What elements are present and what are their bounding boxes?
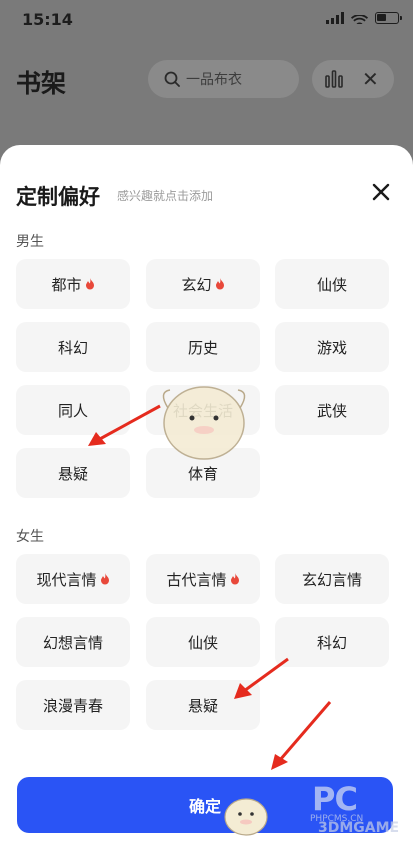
genre-chip[interactable]: 历史 — [146, 322, 260, 372]
watermark-logo-text: 3DMGAME — [318, 820, 400, 836]
genre-chip-label: 仙侠 — [187, 633, 218, 652]
genre-chip-label: 幻想言情 — [42, 633, 103, 652]
status-time: 15:14 — [22, 10, 73, 29]
annotation-arrow-icon — [234, 657, 289, 699]
genre-chip[interactable]: 仙侠 — [275, 259, 389, 309]
watermark-brand: PC — [312, 780, 358, 818]
genre-chip[interactable]: 现代言情 — [16, 554, 130, 604]
genre-chip-label: 现代言情 — [36, 570, 97, 589]
genre-chip[interactable]: 古代言情 — [146, 554, 260, 604]
genre-chip-label: 游戏 — [316, 338, 347, 357]
genre-chip[interactable]: 浪漫青春 — [16, 680, 130, 730]
search-icon — [164, 71, 180, 87]
search-placeholder: 一品布衣 — [186, 72, 242, 88]
hot-flame-icon — [215, 278, 224, 290]
genre-chip-label: 都市 — [51, 275, 82, 294]
sheet-subtitle: 感兴趣就点击添加 — [117, 189, 214, 203]
genre-chip-label: 浪漫青春 — [42, 696, 103, 715]
genre-chip[interactable]: 玄幻 — [146, 259, 260, 309]
hot-flame-icon — [85, 278, 94, 290]
genre-chip-label: 古代言情 — [166, 570, 227, 589]
preference-sheet: 定制偏好 感兴趣就点击添加 男生 都市玄幻仙侠科幻历史游戏同人社会生活武侠悬疑体… — [0, 145, 413, 843]
genre-chip-label: 历史 — [187, 338, 218, 357]
genre-chip-label: 仙侠 — [316, 275, 347, 294]
hot-flame-icon — [100, 573, 109, 585]
search-input[interactable]: 一品布衣 — [148, 60, 299, 98]
watermark: PC PHPCMS.CN 3DMGAME — [268, 780, 408, 836]
annotation-arrow-icon — [271, 701, 332, 770]
battery-icon — [375, 12, 402, 24]
status-icons — [326, 12, 402, 24]
genre-chip-label: 悬疑 — [187, 696, 218, 715]
genre-chip[interactable]: 玄幻言情 — [275, 554, 389, 604]
genre-chip[interactable]: 科幻 — [16, 322, 130, 372]
genre-chip[interactable]: 悬疑 — [16, 448, 130, 498]
section-label-male: 男生 — [16, 234, 44, 250]
genre-chip-label: 科幻 — [316, 633, 347, 652]
signal-icon — [326, 12, 344, 24]
genre-chip[interactable]: 幻想言情 — [16, 617, 130, 667]
status-bar: 15:14 — [0, 0, 413, 40]
genre-chip-label: 玄幻言情 — [301, 570, 362, 589]
wifi-icon — [351, 12, 368, 24]
genre-chip[interactable]: 都市 — [16, 259, 130, 309]
section-label-female: 女生 — [16, 529, 44, 545]
close-sheet-button[interactable] — [368, 179, 394, 205]
genre-chip-label: 悬疑 — [57, 464, 88, 483]
sheet-title: 定制偏好 — [16, 185, 100, 209]
mascot-sticker-icon — [162, 386, 246, 460]
close-icon[interactable]: ✕ — [362, 67, 379, 91]
genre-chip-label: 科幻 — [57, 338, 88, 357]
page-title: 书架 — [16, 69, 67, 98]
mascot-logo-icon — [224, 798, 268, 836]
hot-flame-icon — [230, 573, 239, 585]
genre-chip-label: 武侠 — [316, 401, 347, 420]
genre-chip[interactable]: 游戏 — [275, 322, 389, 372]
genre-chip[interactable]: 武侠 — [275, 385, 389, 435]
toolbar-group: ✕ — [312, 60, 394, 98]
ranking-icon[interactable] — [324, 70, 344, 88]
genre-chip-label: 玄幻 — [181, 275, 212, 294]
